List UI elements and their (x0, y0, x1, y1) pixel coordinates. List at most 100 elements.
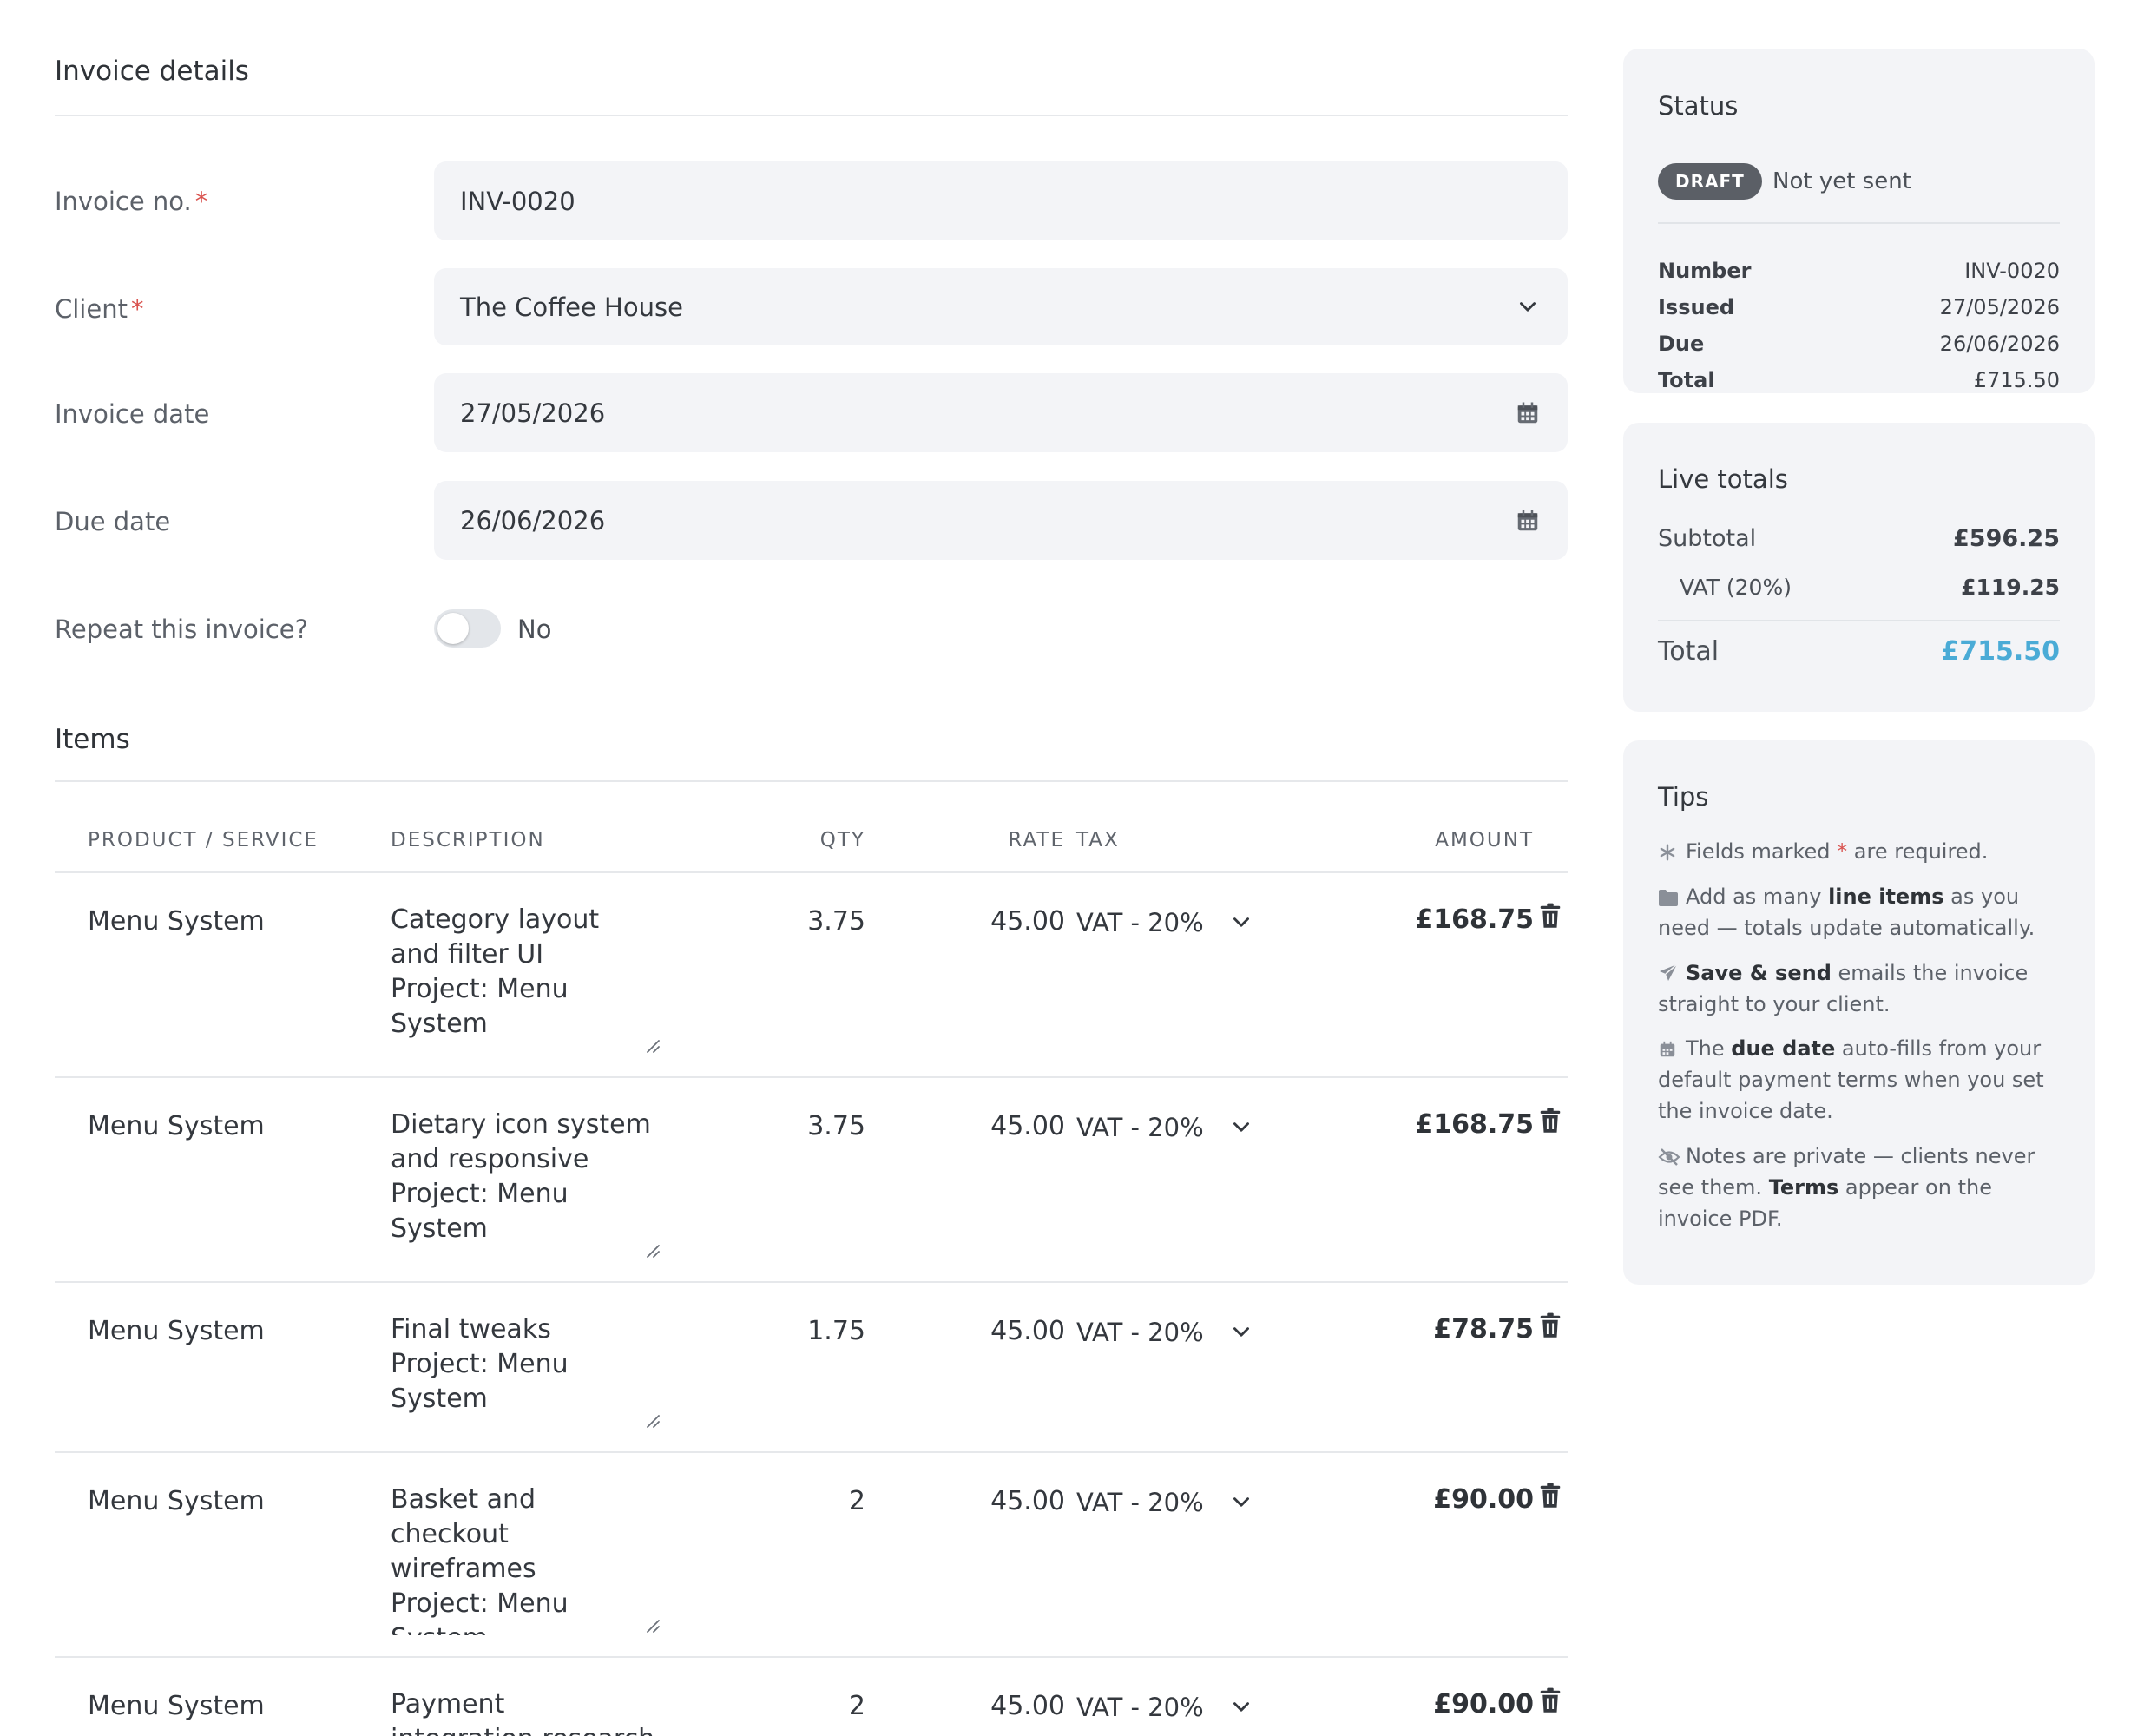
item-description[interactable]: Final tweaks Project: Menu System (391, 1312, 655, 1430)
tip-due-date: The due date auto-fills from your defaul… (1658, 1036, 2044, 1123)
repeat-value: No (517, 615, 552, 644)
item-qty[interactable]: 2 (766, 1486, 865, 1516)
chevron-down-icon[interactable] (1230, 1491, 1253, 1514)
item-product[interactable]: Menu System (88, 1111, 265, 1141)
item-amount: £90.00 (1433, 1689, 1534, 1720)
item-tax-select[interactable]: VAT - 20% (1076, 1318, 1204, 1347)
item-product[interactable]: Menu System (88, 1691, 265, 1721)
status-issued-label: Issued (1658, 295, 1735, 319)
item-tax-select[interactable]: VAT - 20% (1076, 1488, 1204, 1517)
tip-save-send: Save & send emails the invoice straight … (1658, 961, 2029, 1016)
item-qty[interactable]: 3.75 (766, 1111, 865, 1141)
divider (1658, 222, 2060, 224)
col-rate-header: RATE (1008, 829, 1065, 852)
trash-icon[interactable] (1539, 1108, 1562, 1134)
col-tax-header: TAX (1076, 829, 1120, 852)
item-description[interactable]: Dietary icon system and responsive Proje… (391, 1108, 655, 1260)
col-qty-header: QTY (819, 829, 865, 852)
divider (55, 780, 1568, 782)
required-marker: * (194, 187, 208, 216)
item-product[interactable]: Menu System (88, 1316, 265, 1346)
client-select[interactable]: The Coffee House (434, 268, 1568, 345)
status-total-label: Total (1658, 368, 1715, 392)
item-qty[interactable]: 2 (766, 1691, 865, 1721)
live-totals-title: Live totals (1658, 464, 1788, 494)
chevron-down-icon[interactable] (1230, 1321, 1253, 1344)
resize-handle-icon[interactable] (645, 1413, 661, 1429)
trash-icon[interactable] (1539, 1312, 1562, 1338)
status-card: Status DRAFT Not yet sent Number INV-002… (1623, 49, 2095, 393)
resize-handle-icon[interactable] (645, 1243, 661, 1259)
col-amount-header: AMOUNT (1435, 829, 1534, 852)
row-divider (55, 1076, 1568, 1078)
tip-notes-terms: Notes are private — clients never see th… (1658, 1144, 2035, 1231)
live-totals-card: Live totals Subtotal £596.25 VAT (20%) £… (1623, 423, 2095, 712)
due-date-input[interactable]: 26/06/2026 (434, 481, 1568, 560)
invoice-date-input[interactable]: 27/05/2026 (434, 373, 1568, 452)
item-rate[interactable]: 45.00 (957, 906, 1065, 937)
invoice-no-input[interactable]: INV-0020 (434, 161, 1568, 240)
item-rate[interactable]: 45.00 (957, 1111, 1065, 1141)
calendar-icon[interactable] (1514, 507, 1542, 535)
status-badge: DRAFT (1658, 163, 1762, 200)
chevron-down-icon (1514, 293, 1542, 321)
folder-icon (1658, 884, 1679, 906)
item-tax-select[interactable]: VAT - 20% (1076, 1693, 1204, 1722)
items-title: Items (55, 724, 130, 755)
divider (55, 871, 1568, 873)
status-note: Not yet sent (1772, 168, 1911, 194)
due-date-label: Due date (55, 507, 171, 536)
toggle-knob (437, 613, 469, 644)
tips-title: Tips (1658, 782, 1709, 812)
status-number-value: INV-0020 (1964, 259, 2060, 283)
calendar-icon[interactable] (1514, 399, 1542, 427)
required-marker: * (130, 294, 144, 324)
vat-label: VAT (20%) (1680, 575, 1792, 600)
trash-icon[interactable] (1539, 1483, 1562, 1509)
item-tax-select[interactable]: VAT - 20% (1076, 1113, 1204, 1142)
item-amount: £78.75 (1433, 1314, 1534, 1345)
row-divider (55, 1451, 1568, 1453)
item-rate[interactable]: 45.00 (957, 1316, 1065, 1346)
paper-plane-icon (1658, 961, 1679, 982)
status-title: Status (1658, 91, 1739, 121)
item-product[interactable]: Menu System (88, 906, 265, 937)
asterisk-icon (1658, 839, 1679, 861)
row-divider (55, 1656, 1568, 1658)
tip-required: Fields marked * are required. (1658, 836, 2066, 867)
status-total-value: £715.50 (1973, 368, 2060, 392)
status-due-value: 26/06/2026 (1939, 332, 2060, 356)
resize-handle-icon[interactable] (645, 1618, 661, 1634)
chevron-down-icon[interactable] (1230, 1116, 1253, 1139)
item-amount: £168.75 (1415, 1109, 1534, 1140)
eye-slash-icon (1658, 1144, 1680, 1166)
item-product[interactable]: Menu System (88, 1486, 265, 1516)
trash-icon[interactable] (1539, 1687, 1562, 1713)
subtotal-value: £596.25 (1953, 525, 2060, 552)
item-description[interactable]: Basket and checkout wireframes Project: … (391, 1483, 655, 1635)
chevron-down-icon[interactable] (1230, 1696, 1253, 1719)
invoice-form: Invoice details Invoice no. * INV-0020 Cl… (55, 0, 1568, 1736)
item-description[interactable]: Category layout and filter UI Project: M… (391, 903, 655, 1055)
vat-value: £119.25 (1961, 575, 2060, 600)
repeat-toggle[interactable] (434, 609, 501, 648)
client-label: Client * (55, 294, 144, 324)
status-issued-value: 27/05/2026 (1939, 295, 2060, 319)
item-tax-select[interactable]: VAT - 20% (1076, 908, 1204, 937)
tip-line-items: Add as many line items as you need — tot… (1658, 884, 2035, 940)
chevron-down-icon[interactable] (1230, 911, 1253, 934)
trash-icon[interactable] (1539, 903, 1562, 929)
item-rate[interactable]: 45.00 (957, 1691, 1065, 1721)
tips-card: Tips Fields marked * are required. Add a… (1623, 740, 2095, 1285)
total-value: £715.50 (1941, 636, 2060, 667)
item-description[interactable]: Payment integration research (391, 1687, 655, 1736)
repeat-label: Repeat this invoice? (55, 615, 309, 644)
resize-handle-icon[interactable] (645, 1038, 661, 1054)
status-number-label: Number (1658, 259, 1752, 283)
col-product-header: PRODUCT / SERVICE (88, 829, 319, 852)
item-qty[interactable]: 3.75 (766, 906, 865, 937)
item-qty[interactable]: 1.75 (766, 1316, 865, 1346)
item-rate[interactable]: 45.00 (957, 1486, 1065, 1516)
divider (1658, 620, 2060, 621)
total-label: Total (1658, 636, 1720, 667)
